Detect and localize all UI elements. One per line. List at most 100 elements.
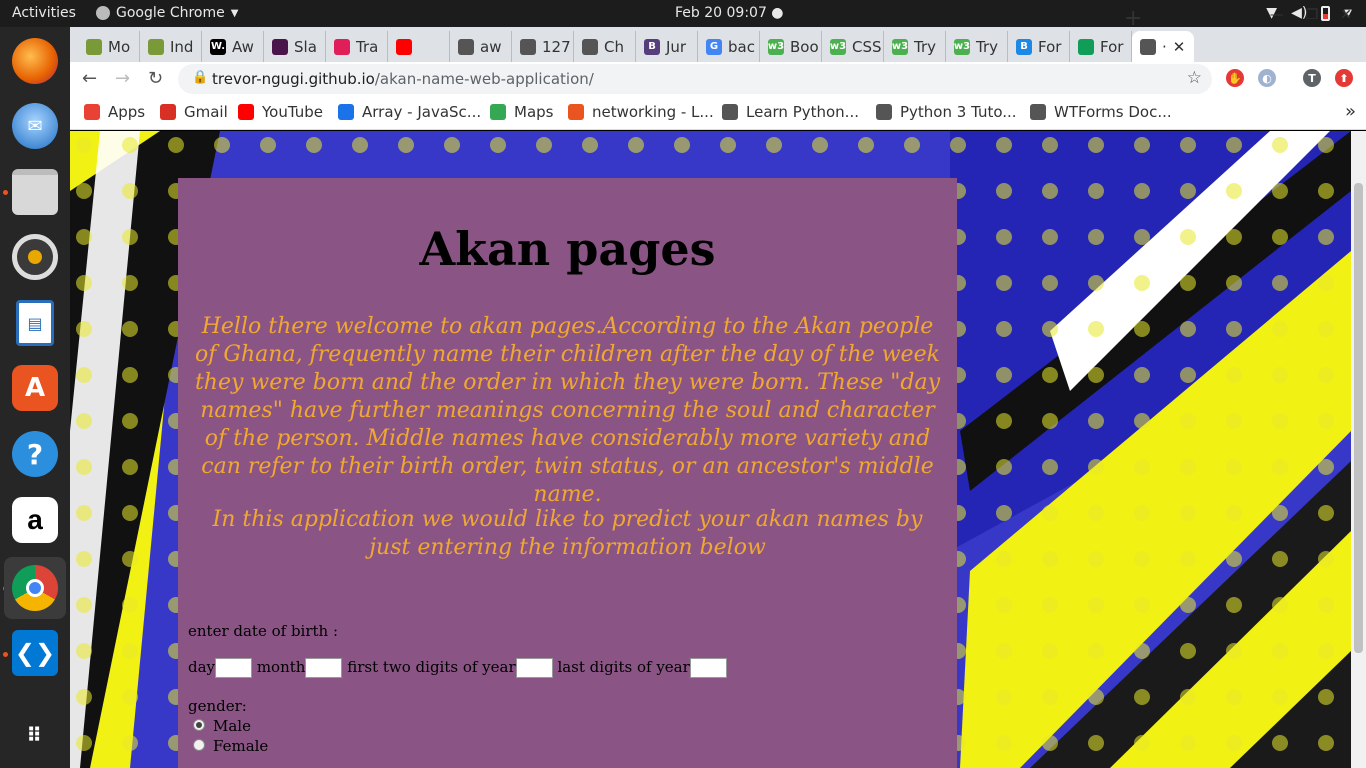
- tab-favicon-icon: [458, 38, 474, 55]
- year-last-digits-label: last digits of year: [557, 658, 690, 676]
- profile-avatar[interactable]: T: [1303, 69, 1321, 87]
- bookmark-label: Apps: [108, 103, 146, 121]
- rhythmbox-icon: [12, 234, 58, 280]
- dock-firefox[interactable]: [9, 35, 61, 87]
- gmail-icon: [160, 104, 176, 120]
- tab-label: bac: [728, 37, 755, 56]
- tab-active[interactable]: · ✕: [1132, 31, 1194, 62]
- tab[interactable]: B For: [1008, 31, 1070, 62]
- dock-amazon[interactable]: a: [9, 494, 61, 546]
- bookmarks-overflow-icon[interactable]: »: [1345, 101, 1356, 122]
- bookmark-star-icon[interactable]: ☆: [1187, 68, 1202, 88]
- url-text[interactable]: trevor-ngugi.github.io/akan-name-web-app…: [212, 70, 594, 88]
- tab[interactable]: Mo: [78, 31, 140, 62]
- intro-text: Hello there welcome to akan pages.Accord…: [194, 314, 941, 507]
- extension-icon[interactable]: ◐: [1258, 69, 1276, 87]
- show-applications-button[interactable]: ⠿: [9, 709, 61, 761]
- tab[interactable]: [388, 31, 450, 62]
- dock-help[interactable]: ?: [9, 428, 61, 480]
- update-menu-icon[interactable]: ⬆: [1335, 69, 1353, 87]
- year-first-digits-input[interactable]: [515, 658, 553, 678]
- tab[interactable]: Sla: [264, 31, 326, 62]
- lock-icon[interactable]: 🔒: [192, 70, 208, 85]
- dock-vscode[interactable]: ❮❯: [9, 627, 61, 679]
- activities-button[interactable]: Activities: [12, 5, 76, 21]
- bookmark-item[interactable]: Apps: [84, 103, 145, 121]
- new-tab-button[interactable]: +: [1124, 6, 1142, 31]
- tab[interactable]: Tra: [326, 31, 388, 62]
- tab-strip: Mo Ind W. Aw Sla Tra aw 127 Ch B Jur Gbac w3 Boo w3 CSS…: [70, 27, 1366, 62]
- tab[interactable]: w3 Try: [946, 31, 1008, 62]
- month-label: month: [256, 658, 306, 676]
- bookmark-item[interactable]: Maps: [490, 103, 553, 121]
- tab[interactable]: aw: [450, 31, 512, 62]
- dock-impress[interactable]: ▤: [9, 297, 61, 349]
- app-menu-label: Google Chrome: [116, 5, 225, 21]
- bookmark-item[interactable]: networking - L...: [568, 103, 714, 121]
- tab-label: For: [1100, 37, 1124, 56]
- tab-label: ·: [1162, 37, 1167, 56]
- app-menu[interactable]: Google Chrome ▼: [96, 5, 238, 21]
- bookmark-item[interactable]: Array - JavaSc...: [338, 103, 481, 121]
- gender-female-radio[interactable]: [193, 739, 205, 751]
- extension-adblock-icon[interactable]: ✋: [1226, 69, 1244, 87]
- dock: ✉ ▤ A ? a ❮❯ ⠿: [0, 27, 70, 768]
- tab-label: Tra: [356, 37, 379, 56]
- address-bar[interactable]: 🔒 trevor-ngugi.github.io/akan-name-web-a…: [178, 64, 1212, 94]
- day-label: day: [188, 658, 216, 676]
- tab-favicon-icon: B: [1016, 38, 1032, 55]
- tab[interactable]: Ind: [140, 31, 202, 62]
- tab[interactable]: W. Aw: [202, 31, 264, 62]
- tab-favicon-icon: W.: [210, 38, 226, 55]
- bookmark-item[interactable]: Python 3 Tuto...: [876, 103, 1017, 121]
- tab[interactable]: w3 Boo: [760, 31, 822, 62]
- dock-thunderbird[interactable]: ✉: [9, 100, 61, 152]
- main-panel: Akan pages Hello there welcome to akan p…: [178, 178, 957, 768]
- tab-label: 127: [542, 37, 571, 56]
- forward-icon[interactable]: →: [115, 68, 130, 89]
- dock-ubuntu-software[interactable]: A: [9, 362, 61, 414]
- tab-favicon-icon: w3: [892, 38, 908, 55]
- clock[interactable]: Feb 20 09:07 ●: [675, 5, 784, 21]
- bookmark-item[interactable]: YouTube: [238, 103, 323, 121]
- bookmark-label: WTForms Doc...: [1054, 103, 1172, 121]
- bookmark-label: Python 3 Tuto...: [900, 103, 1017, 121]
- window-controls: — ❐ ✕: [1270, 7, 1352, 23]
- year-first-digits-label: first two digits of year: [347, 658, 516, 676]
- tab[interactable]: Gbac: [698, 31, 760, 62]
- bookmark-item[interactable]: Learn Python...: [722, 103, 859, 121]
- running-indicator: [3, 190, 8, 195]
- close-tab-icon[interactable]: ✕: [1173, 38, 1186, 56]
- restore-icon[interactable]: ❐: [1306, 7, 1319, 23]
- back-icon[interactable]: ←: [82, 68, 97, 89]
- tab[interactable]: Ch: [574, 31, 636, 62]
- bookmark-label: Learn Python...: [746, 103, 859, 121]
- reload-icon[interactable]: ↻: [148, 68, 163, 89]
- impress-icon: ▤: [16, 300, 54, 346]
- tab-favicon-icon: [1078, 38, 1094, 55]
- gender-male-radio[interactable]: [193, 719, 205, 731]
- grid-icon: ⠿: [26, 723, 44, 747]
- tab[interactable]: For: [1070, 31, 1132, 62]
- gender-female-label: Female: [213, 737, 269, 755]
- scrollbar-thumb[interactable]: [1354, 183, 1363, 653]
- tab-favicon-icon: [1140, 38, 1156, 55]
- minimize-icon[interactable]: —: [1270, 7, 1284, 23]
- close-window-icon[interactable]: ✕: [1340, 7, 1352, 23]
- dob-label: enter date of birth :: [188, 622, 339, 640]
- bookmark-item[interactable]: Gmail: [160, 103, 228, 121]
- year-last-digits-input[interactable]: [689, 658, 727, 678]
- dock-chrome[interactable]: [4, 557, 66, 619]
- software-icon: A: [12, 365, 58, 411]
- page-scrollbar[interactable]: [1351, 131, 1366, 768]
- dock-files[interactable]: [9, 166, 61, 218]
- tab[interactable]: w3 Try: [884, 31, 946, 62]
- tab[interactable]: B Jur: [636, 31, 698, 62]
- tab[interactable]: w3 CSS: [822, 31, 884, 62]
- day-input[interactable]: [215, 658, 253, 678]
- youtube-icon: [238, 104, 254, 120]
- dock-rhythmbox[interactable]: [9, 231, 61, 283]
- tab[interactable]: 127: [512, 31, 574, 62]
- month-input[interactable]: [305, 658, 343, 678]
- bookmark-item[interactable]: WTForms Doc...: [1030, 103, 1172, 121]
